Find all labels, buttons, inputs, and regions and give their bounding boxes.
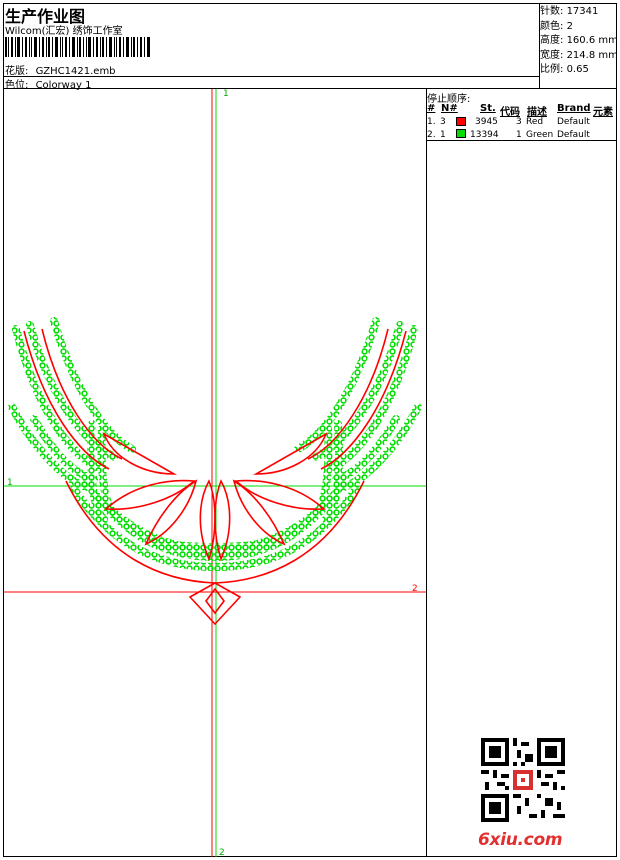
barcode (5, 37, 150, 57)
guide-label-right: 2 (412, 584, 418, 594)
studio-subtitle: Wilcom(汇宏) 绣饰工作室 (5, 26, 123, 37)
color-swatch-green (456, 129, 466, 138)
guide-label-bottom: 2 (219, 848, 225, 857)
col-header-needle: N# (441, 103, 458, 114)
col-header-element: 元素 (593, 107, 613, 118)
stat-colors: 颜色: 2 (540, 20, 573, 32)
stats-panel: 针数: 17341 颜色: 2 高度: 160.6 mm 宽度: 214.8 m… (540, 5, 618, 78)
site-brand-logo: 6xiu.com (478, 830, 563, 850)
col-header-code: 代码 (500, 107, 520, 118)
col-header-desc: 描述 (527, 107, 547, 118)
sequence-bottom-line (426, 140, 617, 141)
qr-code (481, 738, 565, 822)
stat-stitches: 针数: 17341 (540, 6, 599, 17)
stat-scale: 比例: 0.65 (540, 64, 589, 75)
panel-divider (426, 88, 427, 857)
col-header-stitches: St. (480, 103, 496, 114)
pattern-row: 花版: GZHC1421.emb (5, 62, 116, 77)
col-header-brand: Brand (557, 103, 591, 114)
stat-width: 宽度: 214.8 mm (540, 49, 618, 61)
guide-label-top: 1 (223, 89, 229, 99)
guide-label-left: 1 (7, 478, 13, 488)
embroidery-design-canvas: 1 1 2 2 (4, 89, 426, 857)
stat-height: 高度: 160.6 mm (540, 35, 618, 46)
col-header-index: # (427, 103, 436, 114)
color-swatch-red (456, 117, 466, 126)
